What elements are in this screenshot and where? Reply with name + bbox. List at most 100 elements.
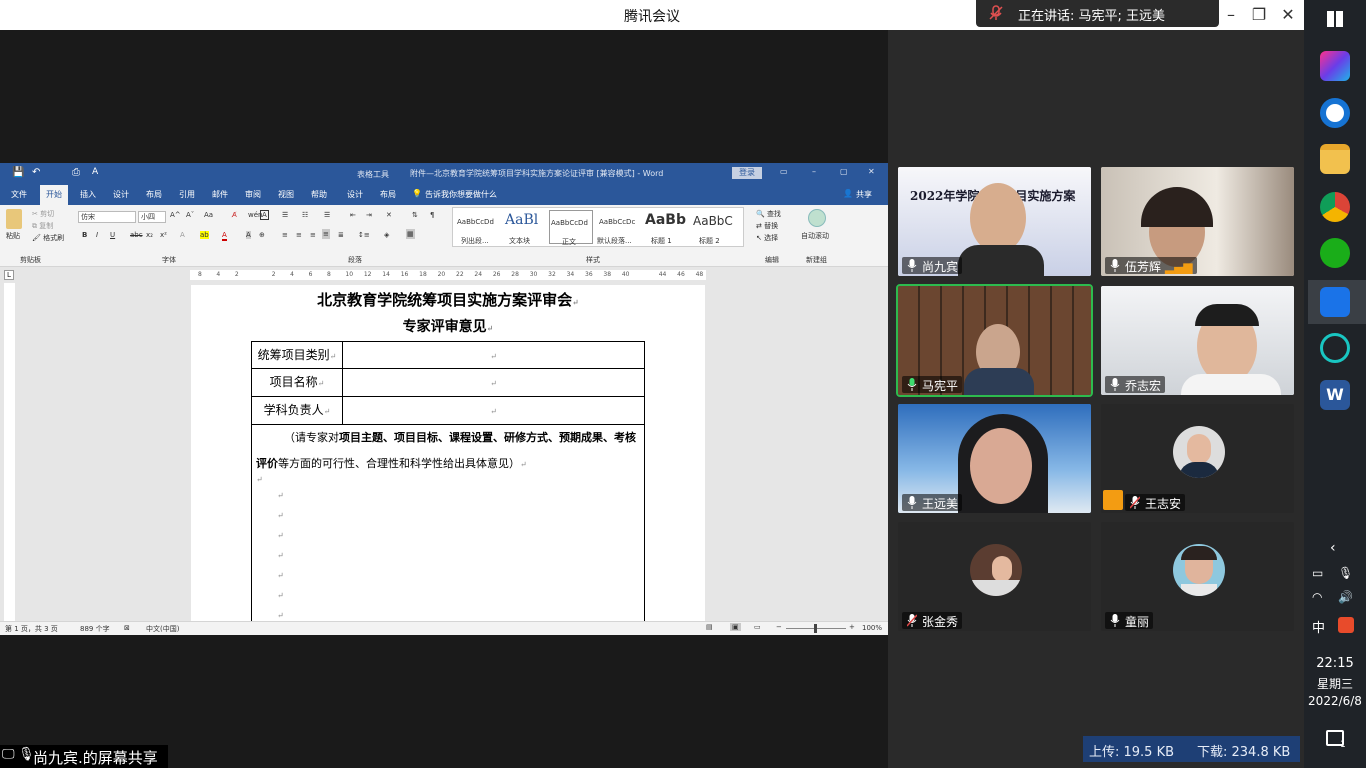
ribbon-options-icon[interactable]: ▭ xyxy=(780,167,788,176)
web-layout-icon[interactable]: ▭ xyxy=(754,623,761,631)
bold-icon[interactable]: B xyxy=(82,231,87,239)
superscript-icon[interactable]: x² xyxy=(160,231,167,239)
sogou-icon[interactable] xyxy=(1338,617,1354,633)
style-item[interactable]: AaBbCcDd 列出段... xyxy=(453,208,501,246)
auto-scroll-icon[interactable] xyxy=(808,209,826,227)
jetbrains-icon[interactable] xyxy=(1320,51,1350,81)
zoom-out-icon[interactable]: − xyxy=(776,623,782,631)
minimize-button[interactable]: – xyxy=(1219,4,1243,26)
video-tile[interactable]: 王志安 xyxy=(1101,404,1294,513)
format-painter-button[interactable]: 🖌 格式刷 xyxy=(32,233,64,243)
tell-me-box[interactable]: 告诉我你想要做什么 xyxy=(425,189,497,200)
word-icon[interactable]: W xyxy=(1320,380,1350,410)
tab-home[interactable]: 开始 xyxy=(40,185,68,205)
tab-selector[interactable]: L xyxy=(4,270,14,280)
shrink-font-icon[interactable]: Aˇ xyxy=(186,211,194,219)
style-item[interactable]: AaBb 标题 1 xyxy=(643,208,691,246)
share-button[interactable]: 共享 xyxy=(856,189,872,200)
search-app-icon[interactable] xyxy=(1320,333,1350,363)
tab-review[interactable]: 审阅 xyxy=(245,189,261,200)
underline-icon[interactable]: U xyxy=(110,231,115,239)
tab-help[interactable]: 帮助 xyxy=(311,189,327,200)
video-tile[interactable]: 童丽 xyxy=(1101,522,1294,631)
tab-view[interactable]: 视图 xyxy=(278,189,294,200)
chinese-layout-icon[interactable]: ✕ xyxy=(386,211,392,219)
find-button[interactable]: 🔍 查找 xyxy=(756,209,781,219)
table-label-cell[interactable]: 项目名称↵ xyxy=(251,368,343,397)
increase-indent-icon[interactable]: ⇥ xyxy=(366,211,372,219)
table-value-cell[interactable]: ↵ xyxy=(342,396,645,425)
word-minimize-icon[interactable]: – xyxy=(812,167,816,176)
restore-button[interactable]: ❐ xyxy=(1247,4,1271,26)
tab-file[interactable]: 文件 xyxy=(11,189,27,200)
table-label-cell[interactable]: 学科负责人↵ xyxy=(251,396,343,425)
undo-icon[interactable]: ↶ xyxy=(32,167,40,178)
tab-references[interactable]: 引用 xyxy=(179,189,195,200)
align-right-icon[interactable]: ≡ xyxy=(310,231,316,239)
style-item[interactable]: AaBbC 标题 2 xyxy=(691,208,737,246)
print-layout-icon[interactable]: ▣ xyxy=(730,623,741,631)
change-case-icon[interactable]: Aa xyxy=(204,211,213,219)
clock-time[interactable]: 22:15 xyxy=(1304,656,1366,671)
table-value-cell[interactable]: ↵ xyxy=(342,341,645,369)
opinion-cell[interactable]: （请专家对项目主题、项目目标、课程设置、研修方式、预期成果、考核评价等方面的可行… xyxy=(251,424,645,621)
sort-icon[interactable]: ⇅ xyxy=(412,211,418,219)
enclose-char-icon[interactable]: ⊕ xyxy=(259,231,265,239)
clear-format-icon[interactable]: A̸ xyxy=(232,211,237,219)
video-tile[interactable]: 乔志宏 xyxy=(1101,286,1294,395)
save-icon[interactable]: 💾 xyxy=(12,167,24,178)
copy-button[interactable]: ⧉ 复制 xyxy=(32,221,53,231)
table-value-cell[interactable]: ↵ xyxy=(342,368,645,397)
browser-icon[interactable] xyxy=(1320,98,1350,128)
italic-icon[interactable]: I xyxy=(96,231,98,239)
font-name-select[interactable]: 仿宋 xyxy=(78,211,136,223)
windows-start-icon[interactable] xyxy=(1327,11,1343,27)
style-item[interactable]: AaBbCcDd 正文 xyxy=(549,210,593,246)
distributed-icon[interactable]: ≣ xyxy=(338,231,344,239)
justify-icon[interactable]: ≡ xyxy=(322,229,330,239)
proofing-icon[interactable]: ⊠ xyxy=(124,624,130,632)
select-button[interactable]: ↖ 选择 xyxy=(756,233,778,243)
focus-mode-icon[interactable]: ▤ xyxy=(706,623,713,631)
tencent-meeting-icon[interactable] xyxy=(1320,287,1350,317)
tab-mailings[interactable]: 邮件 xyxy=(212,189,228,200)
decrease-indent-icon[interactable]: ⇤ xyxy=(350,211,356,219)
zoom-level[interactable]: 100% xyxy=(862,624,882,632)
tab-table-design[interactable]: 设计 xyxy=(347,189,363,200)
line-spacing-icon[interactable]: ↕≡ xyxy=(358,231,370,239)
video-tile[interactable]: 马宪平 xyxy=(896,284,1093,397)
show-marks-icon[interactable]: ¶ xyxy=(430,211,434,219)
zoom-in-icon[interactable]: + xyxy=(849,623,855,631)
word-restore-icon[interactable]: ▢ xyxy=(840,167,848,176)
table-label-cell[interactable]: 统筹项目类别↵ xyxy=(251,341,343,369)
video-tile[interactable]: 2022年学院统筹项目实施方案 尚九宾 xyxy=(898,167,1091,276)
mic-tray-icon[interactable]: 🎙 xyxy=(1338,566,1353,580)
style-item[interactable]: AaBl 文本块 xyxy=(501,208,549,246)
numbering-icon[interactable]: ☷ xyxy=(302,211,308,219)
close-button[interactable]: ✕ xyxy=(1276,4,1300,26)
print-preview-icon[interactable]: ⎙ xyxy=(72,167,80,178)
zoom-thumb[interactable] xyxy=(814,624,817,633)
font-size-select[interactable]: 小四 xyxy=(138,211,166,223)
font-color-icon[interactable]: A xyxy=(222,231,227,241)
char-shading-icon[interactable]: A xyxy=(246,231,251,239)
borders-icon[interactable]: ▦ xyxy=(406,229,415,239)
word-close-icon[interactable]: ✕ xyxy=(868,167,875,176)
bullets-icon[interactable]: ☰ xyxy=(282,211,288,219)
chevron-left-icon[interactable]: ‹ xyxy=(1330,540,1336,556)
shading-icon[interactable]: ◈ xyxy=(384,231,389,239)
tab-insert[interactable]: 插入 xyxy=(80,189,96,200)
chrome-icon[interactable] xyxy=(1320,192,1350,222)
text-effects-icon[interactable]: A xyxy=(180,231,185,239)
cut-button[interactable]: ✂ 剪切 xyxy=(32,209,54,219)
grow-font-icon[interactable]: A^ xyxy=(170,211,181,219)
subscript-icon[interactable]: x₂ xyxy=(146,231,153,239)
volume-icon[interactable]: 🔊 xyxy=(1338,590,1353,604)
video-tile[interactable]: 王远美 xyxy=(898,404,1091,513)
highlight-icon[interactable]: ab xyxy=(200,231,209,239)
ime-indicator[interactable]: 中 xyxy=(1312,617,1325,636)
wifi-icon[interactable]: ◠ xyxy=(1312,590,1322,604)
login-button[interactable]: 登录 xyxy=(732,167,762,179)
battery-icon[interactable]: ▭ xyxy=(1312,566,1323,580)
file-explorer-icon[interactable] xyxy=(1320,144,1350,174)
